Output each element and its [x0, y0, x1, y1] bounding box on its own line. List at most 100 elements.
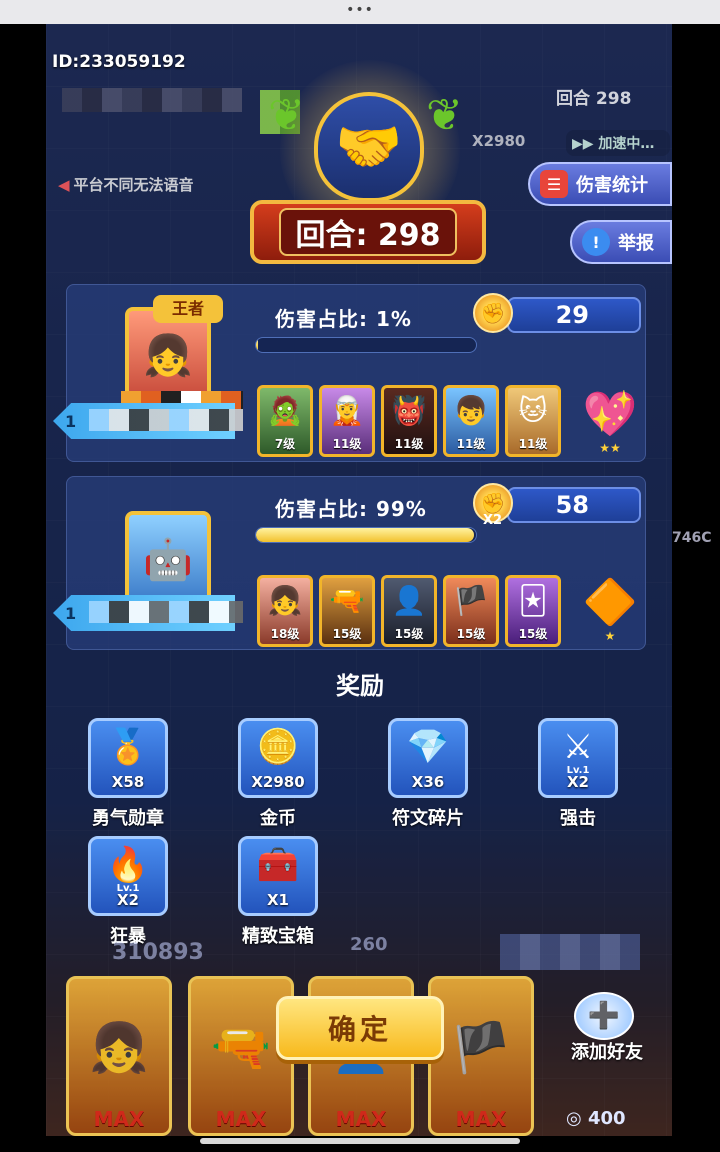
shield-alert-icon: ! — [582, 228, 610, 256]
background-sub-score: 260 — [350, 934, 388, 955]
reward-name: 勇气勋章 — [92, 808, 164, 829]
hero-card-2-5[interactable]: 🃏 15级 — [505, 575, 561, 647]
reward-name: 金币 — [260, 808, 296, 829]
voice-mute-note: ◀ 平台不同无法语音 — [58, 174, 194, 195]
courage-medal-icon: ✊ — [473, 293, 513, 333]
reward-power-strike: ⚔ Lv.1 X2 强击 — [538, 718, 618, 830]
heart-trophy-icon: 💖 ★★ — [575, 373, 645, 455]
background-speed-indicator: ▶▶ 加速中… — [566, 130, 670, 156]
trophy-stars-2: ★ — [604, 629, 616, 643]
hero-level: 15级 — [456, 627, 486, 641]
player-avatar-2[interactable]: 🤖 — [125, 511, 211, 607]
reward-treasure-chest: 🧰 X1 精致宝箱 — [238, 836, 318, 948]
add-friend-button[interactable]: ➕ 添加好友 — [560, 992, 654, 1068]
max-label: MAX — [215, 1107, 267, 1131]
list-icon: ☰ — [540, 170, 568, 198]
coin-icon: ◎ — [566, 1108, 582, 1129]
damage-stats-button[interactable]: ☰ 伤害统计 — [528, 162, 672, 206]
hero-level: 15级 — [518, 627, 548, 641]
hero-level: 15级 — [332, 627, 362, 641]
gold-coin-icon: 🪙 X2980 — [238, 718, 318, 798]
reward-qty: X2 — [116, 891, 139, 909]
player-panel-2: 🤖 1 伤害占比: 99% 58 ✊ X2 👧 18级 🔫 15级 👤 15级 🏴 15… — [53, 476, 646, 650]
round-label: 回合: 298 — [279, 208, 457, 256]
hero-card-1-2[interactable]: 🧝 11级 — [319, 385, 375, 457]
berserk-icon: 🔥 Lv.1 X2 — [88, 836, 168, 916]
pixelated-name-2 — [89, 601, 243, 623]
reward-qty: X1 — [266, 891, 289, 909]
max-label: MAX — [455, 1107, 507, 1131]
reward-name: 精致宝箱 — [242, 926, 314, 947]
hero-card-1-5[interactable]: 🐱 11级 — [505, 385, 561, 457]
hero-card-2-3[interactable]: 👤 15级 — [381, 575, 437, 647]
fast-forward-icon: ▶▶ — [572, 136, 594, 152]
home-indicator[interactable] — [200, 1138, 520, 1144]
reward-qty: X58 — [111, 773, 145, 791]
king-badge-text: 王者 — [171, 299, 204, 318]
speed-text: 加速中… — [598, 136, 655, 152]
hero-level: 11级 — [456, 437, 486, 451]
damage-bar-fill-2 — [256, 528, 474, 542]
background-round-counter: 回合 298 — [556, 89, 632, 109]
score-multiplier-2: X2 — [483, 513, 503, 528]
amber-crystal-trophy-icon: 🔶 ★ — [575, 561, 645, 643]
reward-name: 符文碎片 — [392, 808, 464, 829]
reward-qty: X2980 — [251, 773, 305, 791]
rune-shard-icon: 💎 X36 — [388, 718, 468, 798]
player-level-2: 1 — [65, 603, 77, 623]
courage-medal-icon: 🏅 X58 — [88, 718, 168, 798]
player-id: ID:233059192 — [52, 52, 186, 72]
hero-level: 11级 — [332, 437, 362, 451]
handshake-icon: 🤝 — [314, 92, 424, 202]
add-friend-label: 添加好友 — [571, 1042, 643, 1063]
bottom-cost: ◎ 400 — [566, 1108, 626, 1129]
muted-speaker-icon: ◀ — [58, 176, 70, 194]
hero-card-2-4[interactable]: 🏴 15级 — [443, 575, 499, 647]
reward-qty: X36 — [411, 773, 445, 791]
score-box-2: 58 — [507, 487, 641, 523]
hero-level: 7级 — [274, 437, 296, 451]
background-total-score: 310893 — [112, 940, 204, 965]
background-fragment-text: 746C — [672, 530, 712, 546]
power-strike-icon: ⚔ Lv.1 X2 — [538, 718, 618, 798]
bottom-hero-card-4[interactable]: 🏴 MAX — [428, 976, 534, 1136]
player-level-1: 1 — [65, 411, 77, 431]
confirm-button[interactable]: 确定 — [276, 996, 444, 1060]
rewards-title: 奖励 — [336, 672, 384, 700]
report-button[interactable]: ! 举报 — [570, 220, 672, 264]
hero-card-1-1[interactable]: 🧟 7级 — [257, 385, 313, 457]
damage-share-label-2: 伤害占比: 99% — [275, 497, 427, 521]
hero-card-2-2[interactable]: 🔫 15级 — [319, 575, 375, 647]
reward-name: 强击 — [560, 808, 596, 829]
browser-top-bar: ••• — [0, 0, 720, 24]
laurel-right-icon: ❦ — [426, 90, 463, 141]
menu-dots-icon[interactable]: ••• — [346, 2, 374, 18]
reward-qty: X2 — [566, 773, 589, 791]
laurel-left-icon: ❦ — [268, 90, 305, 141]
round-emblem: ❦ ❦ 🤝 回合: 298 — [250, 60, 486, 270]
hero-level: 18级 — [270, 627, 300, 641]
report-label: 举报 — [618, 233, 654, 254]
bottom-hero-card-1[interactable]: 👧 MAX — [66, 976, 172, 1136]
damage-share-label-1: 伤害占比: 1% — [275, 307, 412, 331]
pixelated-name-top — [62, 88, 242, 112]
hero-card-1-3[interactable]: 👹 11级 — [381, 385, 437, 457]
hero-card-1-4[interactable]: 👦 11级 — [443, 385, 499, 457]
damage-bar-1 — [255, 337, 477, 353]
hero-level: 11级 — [518, 437, 548, 451]
pixelated-name-1b — [89, 409, 243, 431]
hero-level: 15级 — [394, 627, 424, 641]
hero-card-2-1[interactable]: 👧 18级 — [257, 575, 313, 647]
reward-rune-shard: 💎 X36 符文碎片 — [388, 718, 468, 830]
trophy-stars-1: ★★ — [599, 441, 621, 455]
reward-gold-coin: 🪙 X2980 金币 — [238, 718, 318, 830]
max-label: MAX — [93, 1107, 145, 1131]
mute-note-text: 平台不同无法语音 — [73, 176, 194, 194]
player-panel-1: 👧 王者 1 伤害占比: 1% 29 ✊ 🧟 7级 🧝 11级 👹 11级 👦 11级 … — [53, 284, 646, 462]
damage-bar-fill-1 — [256, 338, 259, 352]
add-friend-icon: ➕ — [574, 992, 634, 1040]
king-badge: 王者 — [153, 295, 223, 323]
score-box-1: 29 — [507, 297, 641, 333]
reward-courage-medal: 🏅 X58 勇气勋章 — [88, 718, 168, 830]
bottom-cost-value: 400 — [588, 1108, 626, 1129]
